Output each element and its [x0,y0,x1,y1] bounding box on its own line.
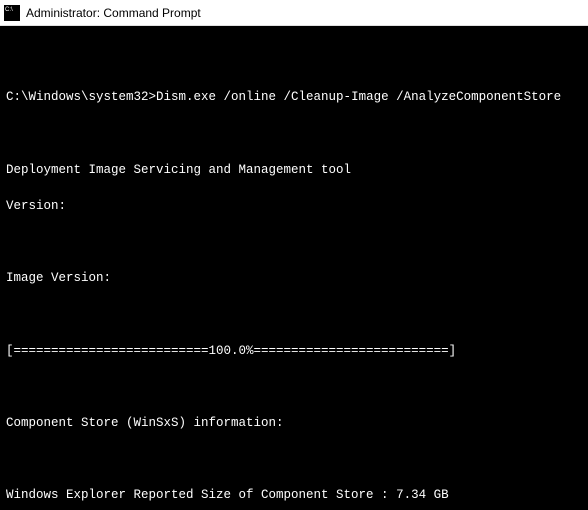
reported-size-line: Windows Explorer Reported Size of Compon… [6,486,582,504]
cmd-icon [4,5,20,21]
section-header: Component Store (WinSxS) information: [6,414,582,432]
titlebar[interactable]: Administrator: Command Prompt [0,0,588,26]
command-text: Dism.exe /online /Cleanup-Image /Analyze… [156,90,561,104]
prompt-line: C:\Windows\system32>Dism.exe /online /Cl… [6,88,582,106]
image-version-line: Image Version: [6,269,582,287]
prompt-text: C:\Windows\system32> [6,90,156,104]
progress-bar: [==========================100.0%=======… [6,342,582,360]
tool-line: Deployment Image Servicing and Managemen… [6,161,582,179]
window-title: Administrator: Command Prompt [26,6,201,20]
terminal-body[interactable]: C:\Windows\system32>Dism.exe /online /Cl… [0,26,588,510]
version-line: Version: [6,197,582,215]
